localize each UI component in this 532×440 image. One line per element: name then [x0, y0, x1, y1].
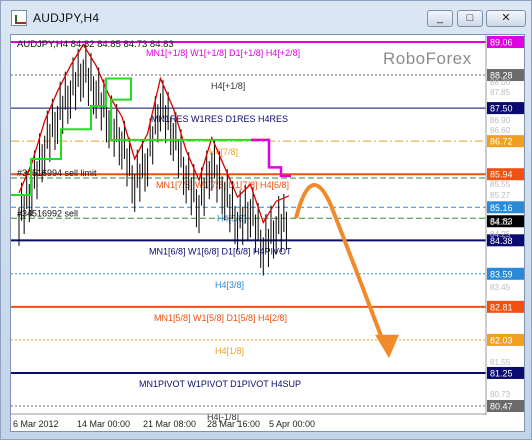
price-label: 82.03 — [490, 335, 513, 345]
chart-area[interactable]: MN1[+1/8] W1[+1/8] D1[+1/8] H4[+2/8] H4[+… — [10, 34, 525, 432]
level-label: H4[+1/8] — [211, 81, 245, 91]
close-button[interactable]: ✕ — [486, 10, 526, 27]
price-label: 89.06 — [490, 38, 513, 48]
forecast-arrow-line — [294, 183, 385, 342]
level-label: MN1PIVOT W1PIVOT D1PIVOT H4SUP — [139, 379, 301, 389]
level-label: H4[7/8] — [209, 147, 238, 157]
window-title: AUDJPY,H4 — [33, 11, 100, 25]
price-tick: 84.25 — [490, 230, 511, 239]
time-label: 5 Apr 00:00 — [269, 419, 315, 429]
price-label: 82.81 — [490, 302, 513, 312]
chart-svg: MN1[+1/8] W1[+1/8] D1[+1/8] H4[+2/8]H4[+… — [11, 35, 524, 429]
level-label: H4[1/8] — [215, 346, 244, 356]
forecast-arrow-head — [375, 334, 399, 359]
order-label: #34516992 sell — [17, 208, 78, 218]
time-label: 28 Mar 16:00 — [207, 419, 260, 429]
red-indicator-line — [18, 43, 290, 225]
price-label: 85.94 — [490, 170, 513, 180]
title-bar[interactable]: AUDJPY,H4 _ □ ✕ — [1, 1, 531, 35]
price-label: 86.72 — [490, 137, 513, 147]
price-tick: 86.90 — [490, 116, 511, 125]
level-label: MN1RES W1RES D1RES H4RES — [151, 114, 288, 124]
price-label: 87.50 — [490, 104, 513, 114]
level-label: MN1[5/8] W1[5/8] D1[5/8] H4[2/8] — [154, 313, 287, 323]
price-tick: 83.45 — [490, 283, 511, 292]
chart-app-icon — [11, 10, 27, 26]
price-tick: 88.00 — [490, 78, 511, 87]
watermark: RoboForex — [383, 49, 472, 68]
time-label: 14 Mar 00:00 — [77, 419, 130, 429]
price-tick: 80.73 — [490, 390, 511, 399]
price-tick: 81.55 — [490, 358, 511, 367]
price-tick: 85.27 — [490, 191, 511, 200]
price-label: 80.47 — [490, 402, 513, 412]
price-tick: 84.75 — [490, 218, 511, 227]
price-label: 85.16 — [490, 203, 513, 213]
level-label: MN1[6/8] W1[6/8] D1[6/8] H4PIVOT — [149, 246, 292, 256]
time-label: 6 Mar 2012 — [13, 419, 59, 429]
level-label: H4[3/8] — [215, 280, 244, 290]
maximize-button[interactable]: □ — [457, 10, 483, 27]
minimize-button[interactable]: _ — [427, 10, 453, 27]
price-tick: 85.55 — [490, 180, 511, 189]
price-tick: 87.85 — [490, 88, 511, 97]
magenta-indicator-line — [251, 138, 291, 178]
app-window: AUDJPY,H4 _ □ ✕ MN1[+1/8] W1[+1/8] D1[+1… — [0, 0, 532, 440]
chart-header: AUDJPY,H4 84.82 84.85 84.73 84.83 — [17, 39, 174, 50]
price-label: 81.25 — [490, 368, 513, 378]
price-label: 83.59 — [490, 269, 513, 279]
time-label: 21 Mar 08:00 — [143, 419, 196, 429]
price-tick: 86.60 — [490, 126, 511, 135]
